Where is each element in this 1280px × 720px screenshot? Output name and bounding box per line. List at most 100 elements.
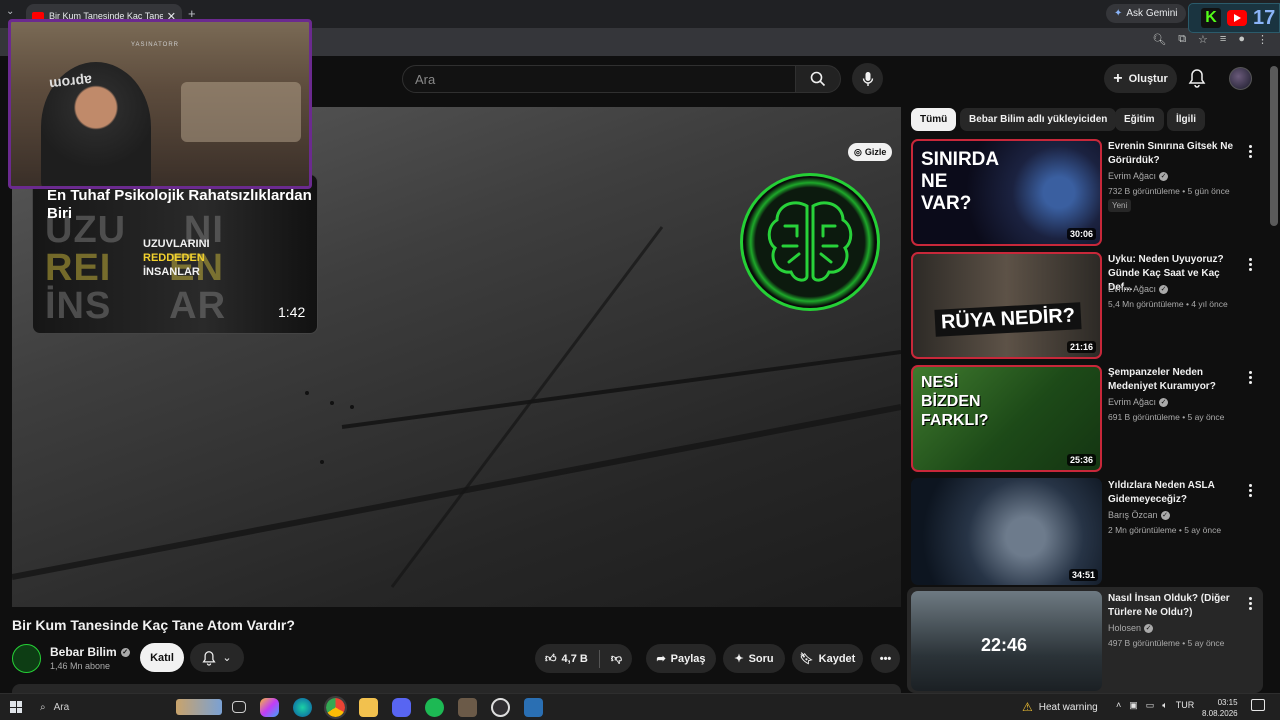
discord-icon[interactable] [392, 698, 411, 717]
file-explorer-icon[interactable] [359, 698, 378, 717]
recommendation-thumbnail[interactable]: 34:51 [911, 478, 1102, 585]
join-button[interactable]: Katıl [140, 643, 184, 672]
app-icon[interactable] [524, 698, 543, 717]
taskbar-search[interactable]: ⌕ Ara [32, 696, 222, 718]
hide-overlay-button[interactable]: ◎ Gizle [848, 143, 893, 161]
youtube-logo-icon [1227, 10, 1247, 26]
channel-avatar[interactable] [12, 644, 41, 673]
create-button[interactable]: + Oluştur [1104, 64, 1177, 93]
chip-related[interactable]: İlgili [1167, 108, 1205, 131]
save-button[interactable]: 🔖︎ Kaydet [792, 644, 863, 673]
recommendation-item[interactable]: RÜYA NEDİR? 21:16 Uyku: Neden Uyuyoruz? … [911, 252, 1266, 359]
recommendation-item[interactable]: 34:51 Yıldızlara Neden ASLA Gidemeyeceği… [911, 478, 1266, 585]
recommendation-thumbnail[interactable]: RÜYA NEDİR? 21:16 [911, 252, 1102, 359]
recommendation-title: Şempanzeler Neden Medeniyet Kuramıyor? [1108, 367, 1216, 392]
copilot-icon[interactable] [260, 698, 279, 717]
thumb-text: SINIRDA NE VAR? [921, 149, 999, 214]
search-button[interactable] [795, 65, 841, 93]
recommendation-channel: Evrim Ağacı ✓ [1108, 171, 1169, 181]
more-actions-button[interactable]: ••• [871, 644, 900, 673]
tab-search-chevron-icon[interactable]: ⌄ [6, 6, 14, 17]
streamer-webcam-overlay: ɯoɹdɐ YASINATORR [8, 19, 312, 189]
menu-dots-icon[interactable]: ⋮ [1257, 33, 1268, 46]
stream-extension-widget[interactable]: K 17 [1188, 3, 1280, 33]
chip-all[interactable]: Tümü [911, 108, 957, 131]
spotify-icon[interactable] [425, 698, 444, 717]
share-arrow-icon: ➦ [656, 653, 666, 665]
suggested-video-duration: 1:42 [278, 304, 306, 320]
language-indicator[interactable]: TUR [1176, 700, 1195, 711]
thumb-caption: UZUVLARINI REDDEDEN İNSANLAR [143, 237, 210, 279]
recommendation-title: Evrenin Sınırına Gitsek Ne Görürdük? [1108, 141, 1234, 166]
notifications-icon[interactable] [1251, 699, 1265, 711]
search-icon [810, 71, 826, 87]
edge-icon[interactable] [293, 698, 312, 717]
chip-education[interactable]: Eğitim [1115, 108, 1164, 131]
recommendation-item[interactable]: 22:46 Nasıl İnsan Olduk? (Diğer Türlere … [911, 591, 1266, 691]
account-avatar[interactable] [1229, 67, 1252, 90]
windows-taskbar: ⌕ Ara ⚠ Heat warning ˄ ▣ ▭ 🔈︎ TUR 03:15 … [0, 693, 1280, 720]
clock-time: 03:15 [1217, 698, 1238, 707]
cam-background [181, 82, 301, 142]
profile-icon[interactable]: ● [1238, 33, 1245, 46]
app-tray-icon[interactable]: ▣ [1129, 700, 1138, 711]
system-tray[interactable]: ˄ ▣ ▭ 🔈︎ TUR [1116, 700, 1194, 711]
bookmark-star-icon[interactable]: ☆ [1198, 33, 1208, 46]
more-options-icon[interactable] [1245, 368, 1255, 386]
like-button[interactable]: 👍︎ 4,7 B [545, 652, 588, 666]
new-badge: Yeni [1108, 199, 1132, 212]
recommendation-channel: Evrim Ağacı ✓ [1108, 284, 1169, 294]
video-title: Bir Kum Tanesinde Kaç Tane Atom Vardır? [12, 617, 295, 633]
notifications-bell-icon[interactable] [1188, 68, 1206, 88]
search-box[interactable] [402, 65, 796, 93]
task-view-icon[interactable] [232, 701, 246, 713]
more-options-icon[interactable] [1245, 255, 1255, 273]
recommendation-thumbnail[interactable]: 22:46 [911, 591, 1102, 691]
suggested-video-card[interactable]: UZU NI REI EN İNS AR UZUVLARINI REDDEDEN İ… [32, 174, 318, 334]
recommendation-channel: Evrim Ağacı ✓ [1108, 397, 1169, 407]
chip-from-uploader[interactable]: Bebar Bilim adlı yükleyiciden [960, 108, 1117, 131]
thumb-text: RÜYA NEDİR? [934, 302, 1082, 337]
recommendation-meta: 5,4 Mn görüntüleme • 4 yıl önce [1108, 299, 1228, 309]
voice-search-button[interactable] [852, 63, 883, 94]
channel-name-text: Bebar Bilim [50, 645, 117, 659]
share-button[interactable]: ➦ Paylaş [646, 644, 716, 673]
more-options-icon[interactable] [1245, 481, 1255, 499]
more-options-icon[interactable] [1245, 142, 1255, 160]
channel-text: Holosen [1108, 623, 1142, 633]
duration-badge: 34:51 [1068, 569, 1098, 581]
ask-label: Soru [748, 652, 774, 665]
chevron-down-icon: ⌄ [222, 652, 232, 664]
dislike-button[interactable]: 👎︎ [611, 652, 622, 665]
channel-name[interactable]: Bebar Bilim ✓ [50, 645, 130, 659]
recommendation-item[interactable]: SINIRDA NE VAR? 30:06 Evrenin Sınırına G… [911, 139, 1266, 246]
duration-badge: 25:36 [1066, 454, 1096, 466]
search-highlight-image [176, 699, 222, 715]
chevron-up-icon[interactable]: ˄ [1116, 700, 1121, 711]
more-options-icon[interactable] [1245, 594, 1255, 612]
ask-gemini-button[interactable]: ✦ Ask Gemini [1106, 4, 1186, 23]
search-input[interactable] [415, 71, 795, 87]
obs-icon[interactable] [491, 698, 510, 717]
thumb-line-3: İNSANLAR [143, 266, 200, 278]
zoom-icon[interactable]: 🔍︎ [1152, 33, 1166, 46]
volume-icon[interactable]: 🔈︎ [1162, 700, 1167, 711]
like-divider [598, 649, 600, 668]
weather-widget[interactable]: ⚠ Heat warning [1022, 700, 1098, 714]
save-label: Kaydet [818, 652, 856, 665]
install-app-icon[interactable]: ⧉ [1178, 33, 1186, 46]
thumbs-up-icon: 👍︎ [545, 653, 557, 665]
network-icon[interactable]: ▭ [1146, 700, 1155, 711]
clock[interactable]: 03:15 8.08.2026 [1202, 697, 1238, 719]
subscription-bell-button[interactable]: ⌄ [190, 643, 244, 672]
windows-start-icon[interactable] [10, 701, 22, 713]
chrome-icon[interactable] [324, 696, 347, 719]
game-app-icon[interactable] [458, 698, 477, 717]
ask-button[interactable]: ✦ Soru [723, 644, 785, 673]
recommendation-item[interactable]: NESİ BİZDEN FARKLI? 25:36 Şempanzeler Ne… [911, 365, 1266, 472]
channel-text: Evrim Ağacı [1108, 284, 1157, 294]
page-scrollbar[interactable] [1270, 66, 1278, 226]
recommendation-thumbnail[interactable]: NESİ BİZDEN FARKLI? 25:36 [911, 365, 1102, 472]
media-control-icon[interactable]: ≡ [1220, 33, 1226, 46]
recommendation-thumbnail[interactable]: SINIRDA NE VAR? 30:06 [911, 139, 1102, 246]
